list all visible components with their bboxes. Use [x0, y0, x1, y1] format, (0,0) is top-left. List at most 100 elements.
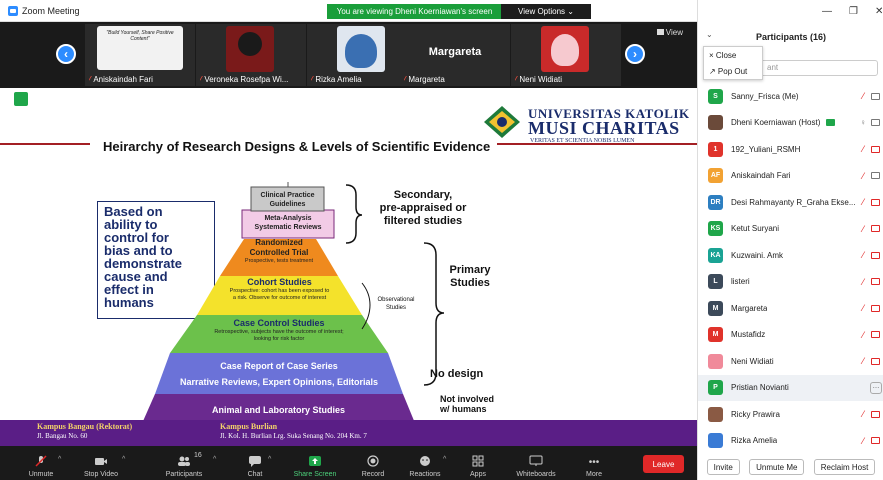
- avatar: [708, 115, 723, 131]
- minimize-icon[interactable]: —: [822, 6, 832, 17]
- close-menu-item[interactable]: × Close: [704, 47, 762, 63]
- unmute-button[interactable]: Unmute: [22, 446, 60, 480]
- participants-count: 16: [194, 452, 202, 459]
- video-tile[interactable]: "Build Yourself, Share Positive Content"…: [85, 24, 195, 86]
- muted-mic-icon: ⁄: [515, 75, 517, 84]
- participant-row[interactable]: DR Desi Rahmayanty R_Graha Ekse... ⁄: [698, 189, 883, 216]
- footer-campus-right: Kampus Burlian: [220, 422, 278, 431]
- muted-mic-icon: ⁄: [862, 409, 864, 420]
- video-off-icon: [871, 410, 880, 418]
- no-design-label: No design: [430, 368, 484, 380]
- level-rct-label: Randomized Controlled Trial Prospective, t…: [244, 238, 314, 264]
- unmute-me-button[interactable]: Unmute Me: [749, 459, 805, 475]
- tile-name: ⁄ Veroneka Rosefpa Wi...: [200, 75, 289, 84]
- level-animal-label: Animal and Laboratory Studies: [211, 405, 346, 415]
- leave-button[interactable]: Leave: [643, 455, 684, 473]
- avatar: M: [708, 327, 723, 343]
- record-button[interactable]: Record: [358, 446, 388, 480]
- participant-row[interactable]: L listeri ⁄: [698, 269, 883, 296]
- video-off-icon: [871, 357, 880, 365]
- video-caret-icon[interactable]: ^: [122, 456, 125, 463]
- tile-name: ⁄ Aniskaindah Fari: [89, 75, 153, 84]
- participant-more-button[interactable]: …: [870, 381, 882, 394]
- participants-caret-icon[interactable]: ^: [213, 456, 216, 463]
- whiteboards-button[interactable]: Whiteboards: [510, 446, 562, 480]
- avatar: S: [708, 88, 723, 104]
- strip-next-arrow-icon[interactable]: ›: [625, 44, 645, 64]
- avatar: L: [708, 274, 723, 290]
- participant-row[interactable]: Ricky Prawira ⁄: [698, 401, 883, 428]
- muted-mic-icon: ⁄: [862, 435, 864, 446]
- video-off-icon: [871, 145, 880, 153]
- muted-mic-icon: ⁄: [311, 75, 313, 84]
- more-dots-icon: •••: [588, 457, 600, 468]
- observational-studies-label: Observational Studies: [377, 297, 415, 311]
- participant-row[interactable]: Neni Widiati ⁄: [698, 348, 883, 375]
- participant-row[interactable]: KS Ketut Suryani ⁄: [698, 216, 883, 243]
- panel-title: Participants (16): [755, 32, 827, 42]
- level-cohort-label: Cohort Studies Prospective: cohort has be…: [229, 277, 330, 301]
- share-screen-button[interactable]: Share Screen: [290, 446, 340, 480]
- chat-caret-icon[interactable]: ^: [268, 456, 271, 463]
- participant-row[interactable]: Dheni Koerniawan (Host) ♀: [698, 110, 883, 137]
- avatar: [708, 433, 723, 449]
- avatar: [708, 406, 723, 422]
- viewing-banner: You are viewing Dheni Koerniawan's scree…: [327, 4, 502, 19]
- mic-on-icon: ♀: [860, 118, 866, 128]
- view-options-button[interactable]: View Options ⌄: [501, 4, 591, 19]
- secondary-studies-label: Secondary, pre-appraised or filtered studi…: [379, 189, 467, 227]
- brace-secondary: [345, 184, 363, 244]
- reclaim-host-button[interactable]: Reclaim Host: [813, 459, 876, 475]
- audio-caret-icon[interactable]: ^: [58, 456, 61, 463]
- muted-mic-icon: ⁄: [200, 75, 202, 84]
- participant-row[interactable]: M Margareta ⁄: [698, 295, 883, 322]
- participant-row[interactable]: 1 192_Yuliani_RSMH ⁄: [698, 136, 883, 163]
- muted-mic-icon: [35, 455, 47, 467]
- muted-mic-icon: ⁄: [89, 75, 91, 84]
- reactions-caret-icon[interactable]: ^: [443, 456, 446, 463]
- apps-icon: [472, 455, 484, 467]
- video-tile[interactable]: Margareta ⁄ Margareta: [400, 24, 510, 86]
- chat-button[interactable]: Chat: [240, 446, 270, 480]
- video-camera-icon: [95, 458, 107, 465]
- video-off-icon: [871, 278, 880, 286]
- level-case-control-label: Case Control Studies Retrospective, subje…: [214, 318, 344, 342]
- level-case-report-label: Case Report of Case Series Narrative Revi…: [179, 361, 379, 387]
- close-window-icon[interactable]: ✕: [875, 6, 883, 17]
- video-tile[interactable]: ⁄ Neni Widiati: [511, 24, 621, 86]
- tile-caption: "Build Yourself, Share Positive Content": [106, 30, 174, 42]
- participant-row[interactable]: AF Aniskaindah Fari ⁄: [698, 163, 883, 190]
- footer-address-left: Jl. Bangau No. 60: [37, 432, 88, 440]
- evidence-pyramid: [140, 182, 445, 428]
- tile-name: ⁄ Neni Widiati: [515, 75, 563, 84]
- participant-row[interactable]: M Mustafidz ⁄: [698, 322, 883, 349]
- participant-row[interactable]: KA Kuzwaini. Amk ⁄: [698, 242, 883, 269]
- panel-footer: Invite Unmute Me Reclaim Host: [698, 456, 883, 478]
- video-off-icon: [871, 304, 880, 312]
- screen-share-icon: [826, 119, 836, 127]
- more-button[interactable]: ••• More: [580, 446, 608, 480]
- participant-row[interactable]: P Pristian Novianti …: [698, 374, 883, 401]
- muted-mic-icon: ⁄: [862, 356, 864, 367]
- invite-button[interactable]: Invite: [706, 459, 740, 475]
- footer-address-right: Jl. Kol. H. Burlian Lrg. Suka Senang No.…: [220, 432, 367, 440]
- avatar: AF: [708, 168, 723, 184]
- participant-row[interactable]: S Sanny_Frisca (Me) ⁄: [698, 83, 883, 110]
- video-off-icon: [871, 172, 880, 180]
- view-button[interactable]: View: [656, 28, 683, 37]
- participant-row[interactable]: Rizka Amelia ⁄: [698, 428, 883, 455]
- muted-mic-icon: ⁄: [862, 197, 864, 208]
- popout-menu-item[interactable]: ↗ Pop Out: [704, 63, 762, 79]
- restore-icon[interactable]: ❐: [849, 6, 858, 17]
- zoom-window: Zoom Meeting You are viewing Dheni Koern…: [0, 0, 883, 480]
- stop-video-button[interactable]: Stop Video: [78, 446, 124, 480]
- reactions-button[interactable]: Reactions: [405, 446, 445, 480]
- tile-big-name: Margareta: [428, 46, 482, 58]
- video-off-icon: [871, 119, 880, 127]
- video-tile[interactable]: ⁄ Veroneka Rosefpa Wi...: [196, 24, 306, 86]
- apps-button[interactable]: Apps: [465, 446, 491, 480]
- panel-popout-menu: × Close ↗ Pop Out: [703, 46, 763, 80]
- avatar-head: [238, 32, 262, 56]
- strip-prev-arrow-icon[interactable]: ‹: [56, 44, 76, 64]
- muted-mic-icon: ⁄: [862, 170, 864, 181]
